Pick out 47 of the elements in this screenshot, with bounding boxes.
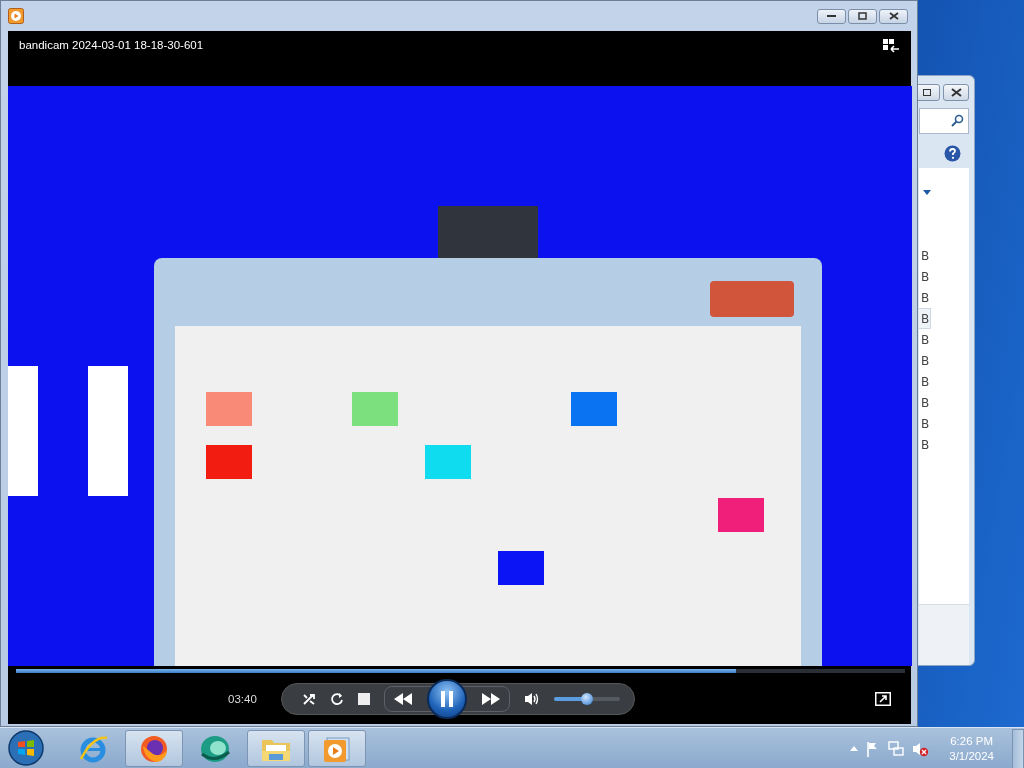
taskbar-button[interactable] xyxy=(308,730,366,767)
sphere-app-icon xyxy=(199,733,231,764)
fullscreen-icon[interactable] xyxy=(875,691,891,706)
file-size-cell-text: B xyxy=(920,436,931,454)
pause-icon xyxy=(439,689,454,708)
file-size-cell-text: B xyxy=(920,268,931,286)
pause-button[interactable] xyxy=(426,678,467,719)
file-size-cell-text: B xyxy=(920,394,931,412)
close-icon xyxy=(950,87,962,97)
dropdown-caret-icon[interactable] xyxy=(923,190,931,195)
elapsed-time: 03:40 xyxy=(228,692,257,705)
video-title: bandicam 2024-03-01 18-18-30-601 xyxy=(19,39,204,51)
stop-button[interactable] xyxy=(357,692,370,705)
media-player-icon xyxy=(323,734,351,763)
browser-icon xyxy=(139,733,169,764)
taskbar-button[interactable] xyxy=(247,730,305,767)
previous-button[interactable] xyxy=(392,692,413,705)
taskbar-button[interactable] xyxy=(125,730,183,767)
search-field[interactable] xyxy=(919,108,969,134)
clock[interactable]: 6:26 PM 3/1/2024 xyxy=(949,735,994,762)
volume-muted-icon[interactable] xyxy=(912,740,930,757)
file-size-cell-text: B xyxy=(920,247,931,265)
volume-button[interactable] xyxy=(523,691,540,706)
volume-slider-thumb[interactable] xyxy=(580,692,593,705)
close-button[interactable] xyxy=(943,83,969,101)
search-icon xyxy=(950,114,964,128)
minimize-button[interactable] xyxy=(817,8,846,24)
next-button[interactable] xyxy=(480,692,501,705)
restore-button[interactable] xyxy=(848,8,877,24)
shuffle-button[interactable] xyxy=(301,691,316,706)
file-size-cell: B xyxy=(919,308,931,329)
minimize-icon xyxy=(827,14,836,18)
close-button[interactable] xyxy=(879,8,908,24)
file-size-cell-text: B xyxy=(920,373,931,391)
file-size-cell-text: B xyxy=(920,331,931,349)
file-size-cell-text: B xyxy=(920,415,931,433)
help-icon[interactable] xyxy=(944,144,961,162)
restore-icon xyxy=(858,12,867,20)
close-icon xyxy=(888,12,899,20)
switch-to-library-icon[interactable] xyxy=(883,39,899,53)
maximize-icon xyxy=(923,88,931,96)
repeat-button[interactable] xyxy=(329,691,344,706)
start-button[interactable] xyxy=(6,728,46,768)
file-size-cell-text: B xyxy=(920,289,931,307)
file-size-cell-text: B xyxy=(920,352,931,370)
seek-bar[interactable] xyxy=(16,669,905,673)
media-player-icon xyxy=(8,8,24,24)
